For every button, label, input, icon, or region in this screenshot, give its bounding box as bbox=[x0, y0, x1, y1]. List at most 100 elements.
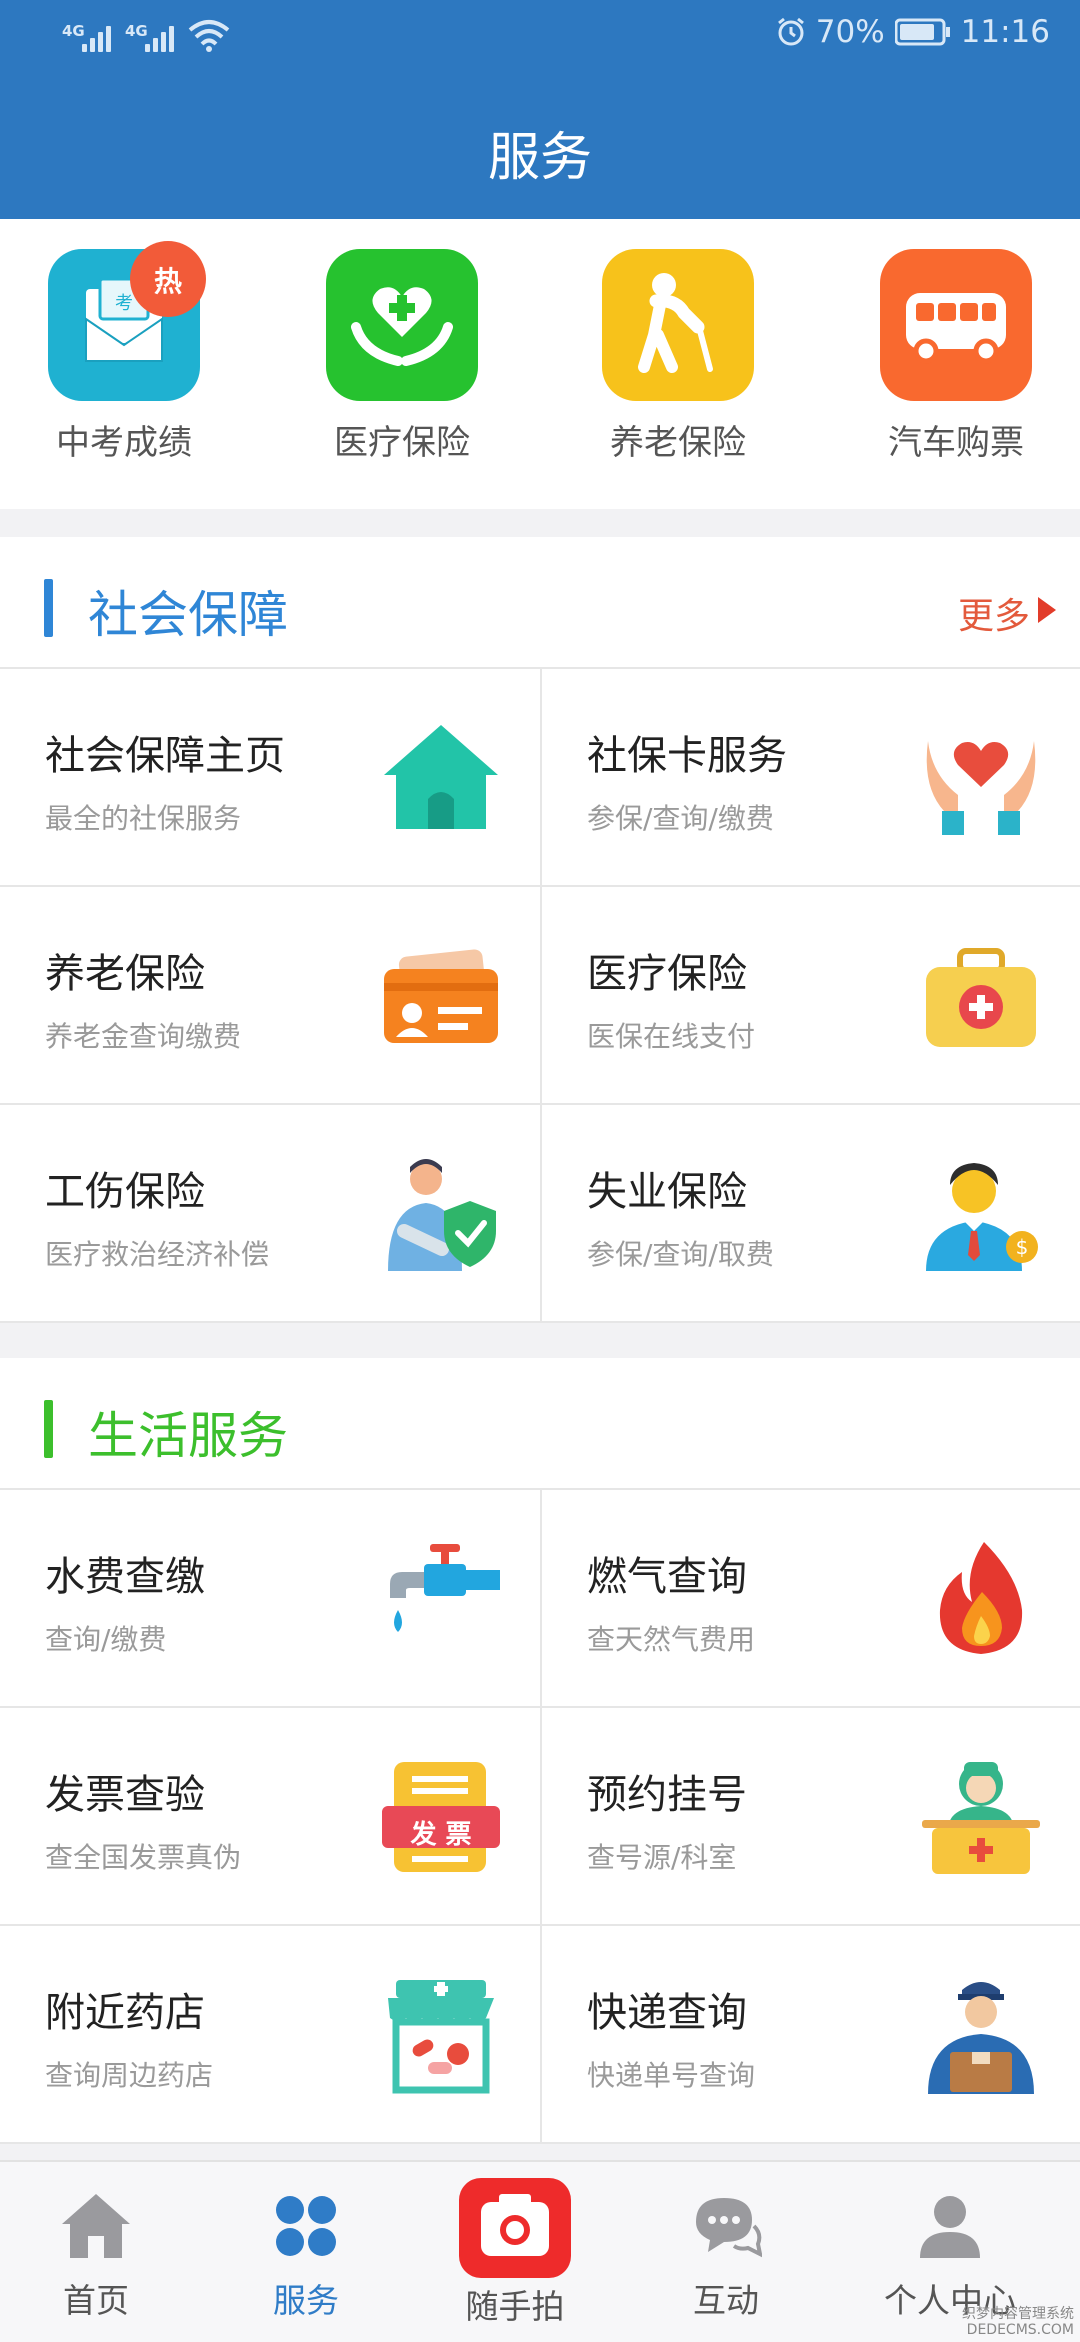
battery-percent: 70% bbox=[815, 14, 885, 50]
section-header: 社会保障 更多 bbox=[0, 537, 1080, 669]
nav-label: 互动 bbox=[693, 2281, 759, 2320]
businessman-coin-icon: $ bbox=[926, 1163, 1038, 1271]
app-header: 4G 4G 70% 11:16 服务 bbox=[0, 0, 1080, 219]
quick-item-label: 中考成绩 bbox=[56, 423, 192, 463]
service-name: 失业保险 bbox=[587, 1169, 747, 1215]
battery-icon bbox=[894, 18, 950, 46]
heart-in-hands-icon bbox=[926, 741, 1036, 835]
quick-item-exam-score[interactable]: 考 热 中考成绩 bbox=[24, 241, 224, 464]
person-icon bbox=[920, 2196, 980, 2258]
watermark: 织梦内容管理系统 DEDECMS.COM bbox=[962, 2306, 1074, 2338]
courier-icon bbox=[928, 1982, 1034, 2094]
service-desc: 查号源/科室 bbox=[587, 1841, 737, 1874]
alarm-icon bbox=[777, 17, 804, 46]
service-name: 燃气查询 bbox=[587, 1554, 747, 1600]
service-item-injury[interactable]: 工伤保险 医疗救治经济补偿 bbox=[0, 1105, 540, 1323]
service-name: 快递查询 bbox=[587, 1990, 747, 2036]
service-name: 附近药店 bbox=[45, 1990, 205, 2036]
life-services-section: 生活服务 水费查缴 查询/缴费 燃气查询 查天然气费用 发票查验 查全国发票真伪… bbox=[0, 1358, 1080, 2144]
service-item-gas[interactable]: 燃气查询 查天然气费用 bbox=[540, 1490, 1080, 1708]
quick-item-pension[interactable]: 养老保险 bbox=[578, 249, 778, 464]
service-item-courier[interactable]: 快递查询 快递单号查询 bbox=[540, 1926, 1080, 2144]
svg-text:考: 考 bbox=[115, 293, 133, 314]
id-card-icon bbox=[384, 949, 498, 1043]
watermark-line2: DEDECMS.COM bbox=[966, 2322, 1074, 2338]
four-petal-icon bbox=[276, 2196, 336, 2256]
quick-services: 考 热 中考成绩 医疗保险 养老保险 汽车购票 bbox=[0, 219, 1080, 509]
service-desc: 快递单号查询 bbox=[587, 2059, 756, 2092]
service-item-social-card[interactable]: 社保卡服务 参保/查询/缴费 bbox=[540, 669, 1080, 887]
watermark-line1: 织梦内容管理系统 bbox=[962, 2306, 1074, 2322]
service-desc: 医疗救治经济补偿 bbox=[45, 1238, 270, 1271]
nav-item-snapshot[interactable]: 随手拍 bbox=[415, 2280, 615, 2328]
wifi-icon bbox=[188, 20, 230, 52]
service-item-appointment[interactable]: 预约挂号 查号源/科室 bbox=[540, 1708, 1080, 1926]
flame-icon bbox=[939, 1542, 1023, 1654]
medical-kit-icon bbox=[926, 948, 1036, 1047]
section-title: 社会保障 bbox=[88, 586, 288, 644]
house-icon bbox=[384, 725, 498, 829]
service-desc: 查天然气费用 bbox=[587, 1623, 756, 1656]
service-name: 养老保险 bbox=[45, 951, 205, 997]
network-type-label-2: 4G bbox=[125, 22, 148, 40]
service-name: 社会保障主页 bbox=[45, 733, 285, 779]
status-bar: 4G 4G 70% 11:16 bbox=[0, 0, 1080, 74]
chat-bubbles-icon bbox=[696, 2198, 763, 2258]
exam-mail-icon: 考 热 bbox=[48, 241, 206, 401]
service-item-water-bill[interactable]: 水费查缴 查询/缴费 bbox=[0, 1490, 540, 1708]
service-name: 水费查缴 bbox=[45, 1554, 205, 1600]
service-name: 预约挂号 bbox=[587, 1772, 747, 1818]
quick-item-bus-ticket[interactable]: 汽车购票 bbox=[856, 249, 1056, 464]
service-item-medical[interactable]: 医疗保险 医保在线支付 bbox=[540, 887, 1080, 1105]
water-tap-icon bbox=[390, 1544, 500, 1632]
nav-item-profile[interactable]: 个人中心 bbox=[850, 2190, 1050, 2322]
bottom-nav: 首页 服务 随手拍 互动 个人中心 织梦内容管理系统 DEDECMS.COM bbox=[0, 2160, 1080, 2342]
section-header: 生活服务 bbox=[0, 1358, 1080, 1490]
clock-time: 11:16 bbox=[960, 14, 1050, 50]
network-type-label: 4G bbox=[62, 22, 85, 40]
chevron-right-icon[interactable] bbox=[1038, 597, 1056, 623]
nav-label: 首页 bbox=[63, 2281, 129, 2320]
nav-label: 随手拍 bbox=[465, 2287, 565, 2326]
pharmacy-icon bbox=[388, 1980, 494, 2094]
section-accent-bar bbox=[44, 1400, 53, 1458]
service-item-pension[interactable]: 养老保险 养老金查询缴费 bbox=[0, 887, 540, 1105]
service-item-unemployment[interactable]: 失业保险 参保/查询/取费 $ bbox=[540, 1105, 1080, 1323]
nav-item-services[interactable]: 服务 bbox=[206, 2190, 406, 2322]
page-title: 服务 bbox=[487, 128, 592, 188]
home-icon bbox=[62, 2194, 130, 2258]
more-link[interactable]: 更多 bbox=[958, 587, 1030, 639]
doctor-icon bbox=[922, 1762, 1040, 1874]
injured-worker-icon bbox=[388, 1159, 496, 1271]
nav-item-home[interactable]: 首页 bbox=[0, 2190, 196, 2322]
svg-text:$: $ bbox=[1016, 1235, 1029, 1259]
bus-icon bbox=[880, 249, 1032, 401]
cell-signal-icon: 4G bbox=[62, 22, 111, 52]
section-accent-bar bbox=[44, 579, 53, 637]
quick-item-medical-insurance[interactable]: 医疗保险 bbox=[302, 249, 502, 464]
section-title: 生活服务 bbox=[88, 1407, 288, 1465]
service-desc: 查询周边药店 bbox=[45, 2059, 214, 2092]
service-desc: 医保在线支付 bbox=[587, 1020, 756, 1053]
social-security-section: 社会保障 更多 社会保障主页 最全的社保服务 社保卡服务 参保/查询/缴费 养老… bbox=[0, 537, 1080, 1323]
service-name: 医疗保险 bbox=[587, 951, 747, 997]
nav-label: 服务 bbox=[273, 2281, 339, 2320]
quick-item-label: 汽车购票 bbox=[888, 423, 1024, 463]
service-name: 社保卡服务 bbox=[587, 733, 787, 779]
camera-icon bbox=[481, 2194, 549, 2256]
quick-item-label: 医疗保险 bbox=[334, 423, 470, 463]
camera-button[interactable] bbox=[459, 2178, 571, 2278]
service-item-social-home[interactable]: 社会保障主页 最全的社保服务 bbox=[0, 669, 540, 887]
service-name: 发票查验 bbox=[45, 1772, 205, 1818]
nav-item-interact[interactable]: 互动 bbox=[626, 2190, 826, 2322]
cell-signal-icon-2: 4G bbox=[125, 22, 174, 52]
service-name: 工伤保险 bbox=[45, 1169, 205, 1215]
service-item-pharmacy[interactable]: 附近药店 查询周边药店 bbox=[0, 1926, 540, 2144]
service-desc: 参保/查询/缴费 bbox=[587, 802, 774, 835]
hot-badge: 热 bbox=[130, 241, 206, 317]
service-desc: 参保/查询/取费 bbox=[587, 1238, 774, 1271]
service-desc: 养老金查询缴费 bbox=[45, 1020, 242, 1053]
service-item-invoice[interactable]: 发票查验 查全国发票真伪 发 票 bbox=[0, 1708, 540, 1926]
service-desc: 最全的社保服务 bbox=[45, 802, 242, 835]
service-desc: 查询/缴费 bbox=[45, 1623, 167, 1656]
